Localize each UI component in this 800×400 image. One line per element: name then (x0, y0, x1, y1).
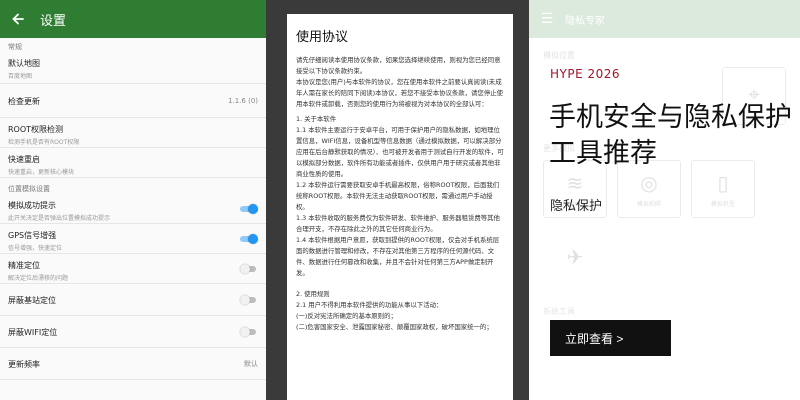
promo-panel: ☰ 隐私专家 模拟位置 ⌖ 更多模拟 ≋ 模拟WIFI ◎ 模拟拍照 ▯ 模拟机型 ✈… (529, 0, 800, 400)
setting-row-check-update[interactable]: 检查更新 1.1.6 (0) (0, 84, 266, 118)
agreement-title: 使用协议 (296, 30, 349, 45)
section-label-location: 位置模拟设置 (8, 185, 50, 193)
settings-toolbar: 设置 (0, 0, 266, 38)
setting-title: GPS信号增强 (8, 231, 57, 240)
toggle-switch-off[interactable] (240, 263, 258, 274)
bg-tile-row: ✈ (529, 224, 800, 294)
promo-headline: 手机安全与隐私保护工具推荐 (549, 102, 792, 169)
setting-row-update-frequency[interactable]: 更新频率 默认 (0, 348, 266, 380)
setting-title: 屏蔽WIFI定位 (8, 328, 58, 337)
toggle-switch-on[interactable] (240, 203, 258, 214)
setting-title: 精准定位 (8, 261, 40, 270)
setting-subtitle: 快速重启，更新核心模块 (8, 169, 75, 176)
setting-row-root-check[interactable]: ROOT权限检测 检测手机是否有ROOT权限 (0, 118, 266, 148)
setting-row-precise-location[interactable]: 精准定位 解决定位后漂移的问题 (0, 254, 266, 284)
run-icon: ✈ (566, 245, 584, 269)
agreement-paragraph: 本协议是您(用户)与本软件的协议，您在使用本软件之前要认真阅读(未成年人需在家长… (296, 78, 503, 108)
bg-section-label: 系统工具 (543, 307, 575, 316)
toggle-switch-off[interactable] (240, 294, 258, 305)
setting-title: 快速重启 (8, 155, 40, 164)
setting-row-block-wifi[interactable]: 屏蔽WIFI定位 (0, 316, 266, 348)
agreement-paragraph: 1. 关于本软件 1.1 本软件主要运行于安卓平台，可用于保护用户的隐私数据，如… (296, 115, 504, 277)
setting-row-success-tip[interactable]: 模拟成功提示 此开关决定是否弹出位置模拟成功提示 (0, 194, 266, 224)
bg-section-label: 模拟位置 (543, 51, 575, 60)
setting-row-default-map[interactable]: 默认地图 百度地图 (0, 50, 266, 84)
setting-title: 模拟成功提示 (8, 201, 56, 210)
settings-screen: 设置 常规 默认地图 百度地图 检查更新 1.1.6 (0) ROOT权限检测 … (0, 0, 266, 400)
settings-title: 设置 (40, 13, 67, 29)
screenshot-collage: 设置 常规 默认地图 百度地图 检查更新 1.1.6 (0) ROOT权限检测 … (0, 0, 800, 400)
section-label-general: 常规 (8, 43, 22, 51)
menu-icon: ☰ (540, 11, 554, 27)
promo-subheading: 隐私保护 (550, 199, 603, 214)
setting-title: 默认地图 (8, 59, 40, 68)
setting-title: 更新频率 (8, 360, 40, 369)
setting-row-quick-restart[interactable]: 快速重启 快速重启，更新核心模块 (0, 148, 266, 178)
setting-subtitle: 百度地图 (8, 73, 33, 80)
setting-subtitle: 检测手机是否有ROOT权限 (8, 139, 80, 146)
toggle-switch-off[interactable] (240, 326, 258, 337)
frequency-value: 默认 (244, 359, 258, 368)
setting-title: ROOT权限检测 (8, 125, 64, 134)
view-now-button[interactable]: 立即查看 > (550, 320, 671, 356)
setting-subtitle: 此开关决定是否弹出位置模拟成功提示 (8, 215, 111, 222)
setting-subtitle: 解决定位后漂移的问题 (8, 275, 69, 282)
promo-tag: HYPE 2026 (550, 67, 621, 81)
agreement-dialog[interactable]: 使用协议 请先仔细阅读本使用协议条款，如果您选择继续使用，则视为您已经同意接受以… (287, 14, 513, 400)
agreement-paragraph: 2. 使用规则 2.1 用户不得利用本软件提供的功能从事以下活动： (一)反对宪… (296, 290, 493, 331)
app-toolbar: ☰ 隐私专家 (529, 0, 800, 38)
agreement-paragraph: 请先仔细阅读本使用协议条款，如果您选择继续使用，则视为您已经同意接受以下协议条款… (296, 56, 501, 75)
app-title: 隐私专家 (565, 15, 605, 27)
version-value: 1.1.6 (0) (228, 96, 258, 105)
agreement-screen: 使用协议 请先仔细阅读本使用协议条款，如果您选择继续使用，则视为您已经同意接受以… (266, 0, 529, 400)
toggle-switch-on[interactable] (240, 233, 258, 244)
setting-row-gps-boost[interactable]: GPS信号增强 信号增强，快速定位 (0, 224, 266, 254)
setting-row-block-cell[interactable]: 屏蔽基站定位 (0, 284, 266, 316)
setting-subtitle: 信号增强，快速定位 (8, 245, 63, 252)
back-arrow-icon[interactable] (2, 0, 34, 38)
setting-title: 屏蔽基站定位 (8, 296, 56, 305)
